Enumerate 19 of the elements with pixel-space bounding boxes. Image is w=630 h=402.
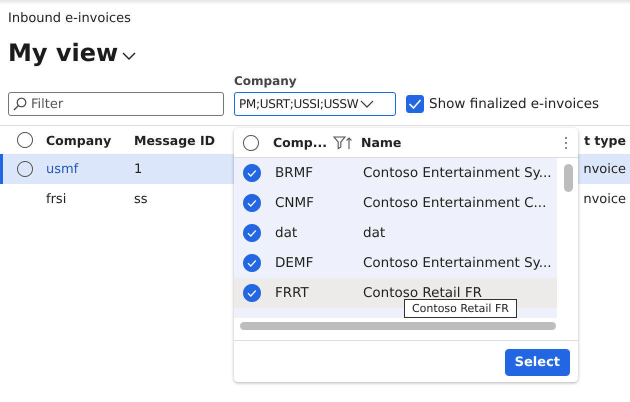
table-cell: Contoso Entertainment Sy...	[363, 165, 552, 181]
table-cell-text: dat	[275, 225, 298, 241]
table-cell-text: BRMF	[275, 165, 314, 181]
page-breadcrumb: Inbound e-invoices	[8, 10, 132, 28]
table-cell-text: DEMF	[275, 255, 314, 271]
table-cell: Contoso Entertainment C...	[363, 195, 546, 211]
table-cell-text: CNMF	[275, 195, 315, 211]
table-cell-text: ss	[134, 192, 149, 206]
table-cell-text: usmf	[46, 162, 80, 176]
table-cell-text: nvoice	[583, 162, 627, 176]
table-cell: Contoso Retail FR	[363, 285, 482, 301]
tooltip: Contoso Retail FR	[404, 299, 517, 318]
company-label: Company	[234, 74, 298, 88]
table-cell-text: FRRT	[275, 285, 310, 301]
table-cell-text: frsi	[46, 192, 68, 206]
table-cell: Contoso Entertainment Sy...	[363, 255, 552, 271]
table-cell-text: 1	[134, 162, 144, 176]
checkbox-label: Show finalized e-invoices	[429, 96, 600, 112]
table-cell: dat	[363, 225, 386, 241]
